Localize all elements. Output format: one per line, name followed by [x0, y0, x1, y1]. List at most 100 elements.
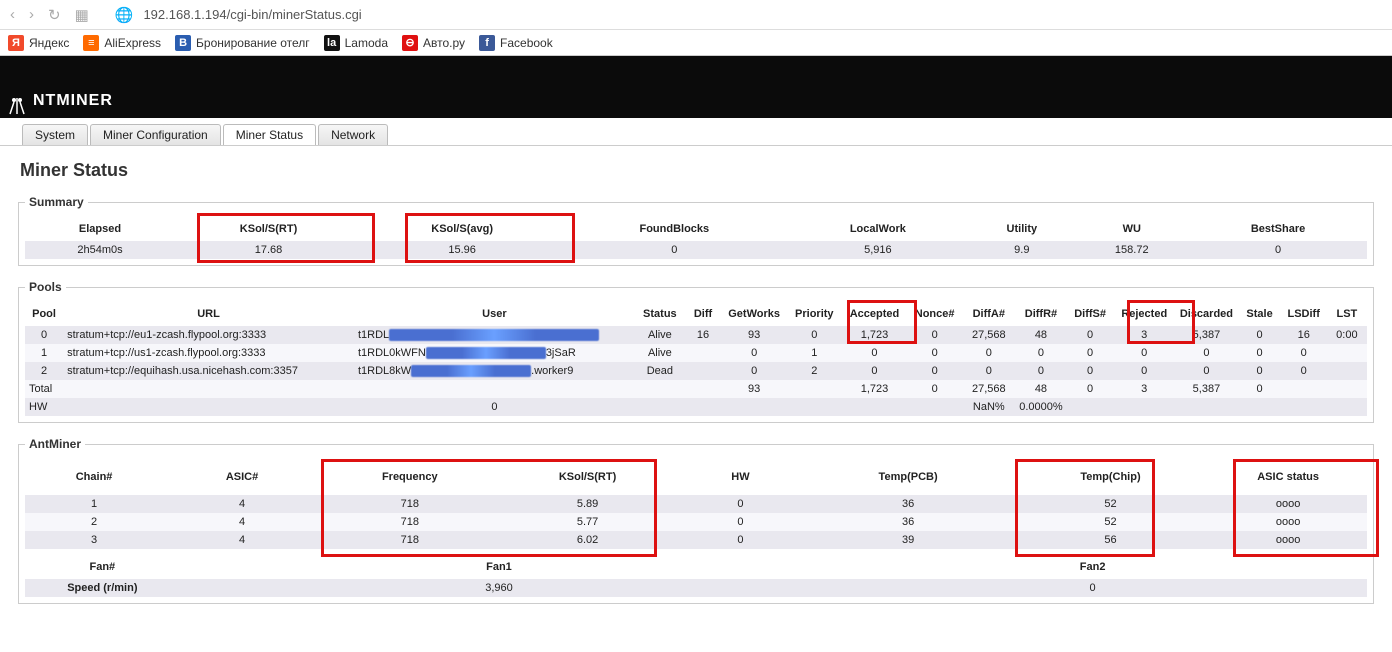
summary-value: 17.68 [175, 241, 362, 259]
brand-logo: NTMINER [6, 86, 113, 116]
antminer-cell: 2 [25, 513, 163, 531]
pools-cell: 0 [1066, 326, 1114, 344]
pools-total-cell [63, 380, 354, 398]
summary-value: 2h54m0s [25, 241, 175, 259]
tab-system[interactable]: System [22, 124, 88, 145]
antminer-cell: 718 [321, 513, 499, 531]
pools-total-cell: 0 [1066, 380, 1114, 398]
pools-header: URL [63, 302, 354, 326]
antminer-cell: oooo [1209, 495, 1367, 513]
bookmark-item[interactable]: fFacebook [479, 35, 553, 51]
pools-cell: Dead [635, 362, 685, 380]
pools-hw-cell [841, 398, 907, 416]
pools-cell: 0 [1281, 362, 1327, 380]
pools-cell: 1,723 [841, 326, 907, 344]
summary-header: KSol/S(RT) [175, 217, 362, 241]
pools-header: Rejected [1114, 302, 1174, 326]
pools-header: User [354, 302, 635, 326]
summary-value: 15.96 [362, 241, 562, 259]
pools-panel: Pools PoolURLUserStatusDiffGetWorksPrior… [18, 280, 1374, 423]
antminer-panel: AntMiner Chain#ASIC#FrequencyKSol/S(RT)H… [18, 437, 1374, 604]
nav-tabs: SystemMiner ConfigurationMiner StatusNet… [0, 118, 1392, 146]
pools-cell [685, 344, 721, 362]
pools-total-cell: 5,387 [1174, 380, 1238, 398]
pools-cell: Alive [635, 326, 685, 344]
bookmark-item[interactable]: BБронирование отелг [175, 35, 310, 51]
pools-total-cell [635, 380, 685, 398]
pools-cell: 0 [841, 344, 907, 362]
pools-hw-cell [1239, 398, 1281, 416]
pools-total-cell: 1,723 [841, 380, 907, 398]
pools-cell: Alive [635, 344, 685, 362]
pools-header: LST [1327, 302, 1367, 326]
pools-cell: 0 [1016, 362, 1066, 380]
fan1-speed: 3,960 [180, 579, 819, 597]
pools-hw-cell: 0.0000% [1016, 398, 1066, 416]
pools-total-cell: 0 [1239, 380, 1281, 398]
speed-label: Speed (r/min) [25, 579, 180, 597]
pools-cell: 0 [908, 344, 962, 362]
pools-hw-cell [685, 398, 721, 416]
pools-cell: 1 [787, 344, 841, 362]
pools-cell: 48 [1016, 326, 1066, 344]
bookmark-label: AliExpress [104, 36, 161, 50]
pools-header: GetWorks [721, 302, 787, 326]
bookmark-icon: la [324, 35, 340, 51]
pools-cell: 2 [787, 362, 841, 380]
bookmark-label: Яндекс [29, 36, 69, 50]
pools-table: PoolURLUserStatusDiffGetWorksPriorityAcc… [25, 302, 1367, 416]
antminer-cell: 3 [25, 531, 163, 549]
bookmark-item[interactable]: la Lamoda [324, 35, 388, 51]
antminer-cell: 1 [25, 495, 163, 513]
pools-cell: 0 [1174, 344, 1238, 362]
app-header: NTMINER [0, 56, 1392, 118]
forward-button[interactable]: › [25, 6, 38, 23]
pools-total-cell [787, 380, 841, 398]
tab-miner-status[interactable]: Miner Status [223, 124, 316, 145]
brand-text: NTMINER [33, 92, 113, 110]
pools-total-cell: 48 [1016, 380, 1066, 398]
pools-cell: 0 [787, 326, 841, 344]
antminer-header: Chain# [25, 459, 163, 495]
reload-button[interactable]: ↻ [44, 6, 65, 24]
pools-hw-cell [908, 398, 962, 416]
pools-cell: 0 [1016, 344, 1066, 362]
pools-header: Discarded [1174, 302, 1238, 326]
fan2-header: Fan2 [818, 555, 1367, 579]
pools-cell: 0:00 [1327, 326, 1367, 344]
pools-cell: 0 [962, 344, 1016, 362]
pools-header: Accepted [841, 302, 907, 326]
tab-network[interactable]: Network [318, 124, 388, 145]
tab-miner-configuration[interactable]: Miner Configuration [90, 124, 221, 145]
antminer-cell: 5.77 [499, 513, 677, 531]
page-title: Miner Status [20, 160, 1374, 181]
pools-cell: stratum+tcp://us1-zcash.flypool.org:3333 [63, 344, 354, 362]
bookmark-item[interactable]: ЯЯндекс [8, 35, 69, 51]
pools-cell: 0 [841, 362, 907, 380]
pools-hw-cell [1114, 398, 1174, 416]
antminer-header: Frequency [321, 459, 499, 495]
pools-total-cell: 0 [908, 380, 962, 398]
pools-cell: 0 [721, 362, 787, 380]
address-bar[interactable]: 192.168.1.194/cgi-bin/minerStatus.cgi [139, 7, 361, 22]
apps-grid-icon[interactable]: ▦ [71, 6, 93, 24]
bookmark-icon: ⊖ [402, 35, 418, 51]
pools-header: Diff [685, 302, 721, 326]
fan2-speed: 0 [818, 579, 1367, 597]
bookmark-item[interactable]: ⊖ Авто.ру [402, 35, 465, 51]
pools-hw-cell [787, 398, 841, 416]
pools-cell: 2 [25, 362, 63, 380]
pools-hw-cell: 0 [354, 398, 635, 416]
fan-table: Fan# Fan1 Fan2 Speed (r/min) 3,960 0 [25, 555, 1367, 597]
site-info-icon[interactable]: 🌐 [115, 6, 134, 24]
bookmark-item[interactable]: ≡AliExpress [83, 35, 161, 51]
pools-cell: 0 [25, 326, 63, 344]
pools-header: Stale [1239, 302, 1281, 326]
summary-value: 158.72 [1074, 241, 1189, 259]
antminer-cell: 6.02 [499, 531, 677, 549]
bookmark-label: Авто.ру [423, 36, 465, 50]
summary-table: ElapsedKSol/S(RT)KSol/S(avg)FoundBlocksL… [25, 217, 1367, 259]
back-button[interactable]: ‹ [6, 6, 19, 23]
bookmark-label: Lamoda [345, 36, 388, 50]
summary-header: Elapsed [25, 217, 175, 241]
